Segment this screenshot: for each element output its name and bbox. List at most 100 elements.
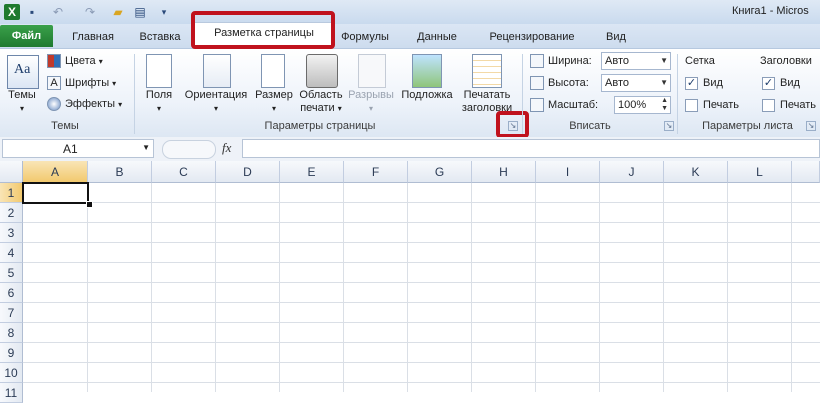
row-header[interactable]: 8 (0, 323, 23, 343)
gridlines-view-checkbox[interactable]: ✓ (685, 76, 698, 90)
column-header[interactable]: A (23, 161, 88, 183)
width-value: Авто (605, 55, 629, 67)
headings-view-option[interactable]: ✓ Вид (762, 74, 800, 92)
gridline (407, 183, 408, 392)
column-header[interactable]: B (88, 161, 152, 183)
column-header[interactable]: H (472, 161, 536, 183)
column-header[interactable]: C (152, 161, 216, 183)
headings-header: Заголовки (760, 55, 812, 67)
selected-cell-a1[interactable] (22, 182, 89, 204)
gridline (23, 282, 820, 283)
theme-fonts-label: Шрифты (65, 77, 110, 89)
gridline (23, 202, 820, 203)
theme-fonts-button[interactable]: A Шрифты ▾ (47, 74, 116, 92)
margins-button[interactable]: Поля ▾ (140, 89, 178, 115)
height-select[interactable]: Авто ▼ (601, 74, 671, 92)
row-header[interactable]: 11 (0, 383, 23, 403)
tab-data[interactable]: Данные (408, 27, 466, 47)
row-header[interactable]: 4 (0, 243, 23, 263)
row-header[interactable]: 6 (0, 283, 23, 303)
spin-arrows-icon[interactable]: ▲ ▼ (661, 97, 668, 113)
effects-icon (47, 97, 61, 112)
insert-function-icon[interactable]: fx (222, 140, 231, 156)
gridline (215, 183, 216, 392)
fonts-icon: A (47, 76, 61, 91)
tab-formulas[interactable]: Формулы (334, 27, 396, 47)
customize-toolbar-icon[interactable]: ▾ (156, 4, 172, 20)
print-titles-label-line1: Печатать (463, 89, 511, 101)
column-header[interactable]: L (728, 161, 792, 183)
sheet-options-dialog-launcher-icon[interactable]: ↘ (806, 121, 816, 131)
themes-icon: Aa (7, 55, 39, 89)
row-header[interactable]: 3 (0, 223, 23, 243)
tab-file[interactable]: Файл (0, 25, 53, 47)
chevron-down-icon[interactable]: ▼ (142, 143, 150, 152)
headings-view-checkbox[interactable]: ✓ (762, 76, 775, 90)
fill-handle[interactable] (86, 201, 93, 208)
orientation-button[interactable]: Ориентация ▾ (180, 89, 252, 115)
gridline (471, 183, 472, 392)
row-header[interactable]: 5 (0, 263, 23, 283)
column-header[interactable]: D (216, 161, 280, 183)
gridlines-print-option[interactable]: Печать (685, 96, 739, 114)
window-title: Книга1 - Micros (732, 5, 809, 17)
row-header[interactable]: 9 (0, 343, 23, 363)
column-header[interactable]: J (600, 161, 664, 183)
tab-insert[interactable]: Вставка (132, 27, 188, 47)
column-header[interactable]: F (344, 161, 408, 183)
themes-button[interactable]: Темы ▾ (2, 89, 42, 115)
gridline (87, 183, 88, 392)
print-area-icon (306, 54, 338, 88)
redo-icon[interactable]: ↷ (82, 4, 98, 20)
theme-effects-button[interactable]: Эффекты ▾ (47, 95, 122, 113)
tab-home[interactable]: Главная (64, 27, 122, 47)
gridlines-view-option[interactable]: ✓ Вид (685, 74, 723, 92)
group-separator (522, 54, 523, 134)
headings-print-option[interactable]: Печать (762, 96, 816, 114)
column-header[interactable]: K (664, 161, 728, 183)
gridline (23, 222, 820, 223)
headings-print-checkbox[interactable] (762, 98, 775, 112)
column-header[interactable] (792, 161, 820, 183)
formula-input[interactable] (242, 139, 820, 158)
open-icon[interactable]: ▰ (110, 4, 126, 20)
row-header[interactable]: 2 (0, 203, 23, 223)
fit-dialog-launcher-icon[interactable]: ↘ (664, 121, 674, 131)
theme-colors-button[interactable]: Цвета ▾ (47, 52, 103, 70)
background-icon (412, 54, 442, 88)
name-box[interactable]: A1 ▼ (2, 139, 154, 158)
column-header[interactable]: E (280, 161, 344, 183)
width-select[interactable]: Авто ▼ (601, 52, 671, 70)
gridline (23, 262, 820, 263)
size-icon (261, 54, 285, 88)
row-header[interactable]: 7 (0, 303, 23, 323)
excel-logo-icon[interactable]: X (4, 4, 20, 20)
column-header[interactable]: I (536, 161, 600, 183)
row-header[interactable]: 1 (0, 183, 23, 203)
height-icon (530, 76, 544, 91)
formula-bar-splitter[interactable] (162, 140, 216, 159)
gridline (599, 183, 600, 392)
title-bar: X ▪ ↶ ↷ ▰ ▤ ▾ Книга1 - Micros (0, 0, 820, 25)
undo-icon[interactable]: ↶ (50, 4, 66, 20)
select-all-corner[interactable] (0, 161, 23, 183)
row-header[interactable]: 10 (0, 363, 23, 383)
scale-stepper[interactable]: 100% ▲ ▼ (614, 96, 671, 114)
print-area-button[interactable]: Область печати ▾ (296, 89, 346, 115)
tab-view[interactable]: Вид (596, 27, 636, 47)
chevron-down-icon: ▼ (660, 78, 668, 87)
size-button[interactable]: Размер ▾ (252, 89, 296, 115)
quick-print-icon[interactable]: ▤ (132, 4, 148, 20)
tab-review[interactable]: Рецензирование (478, 27, 586, 47)
orientation-icon (203, 54, 231, 88)
ribbon-tabs: Файл Главная Вставка Формулы Данные Реце… (0, 24, 820, 48)
gridlines-print-checkbox[interactable] (685, 98, 698, 112)
save-icon[interactable]: ▪ (24, 4, 40, 20)
background-button[interactable]: Подложка (396, 89, 458, 102)
worksheet-grid[interactable] (0, 161, 820, 392)
highlight-launcher-box (496, 111, 529, 138)
name-box-value: A1 (63, 142, 78, 156)
column-header[interactable]: G (408, 161, 472, 183)
scale-label-row: Масштаб: (530, 96, 598, 114)
gridline (791, 183, 792, 392)
